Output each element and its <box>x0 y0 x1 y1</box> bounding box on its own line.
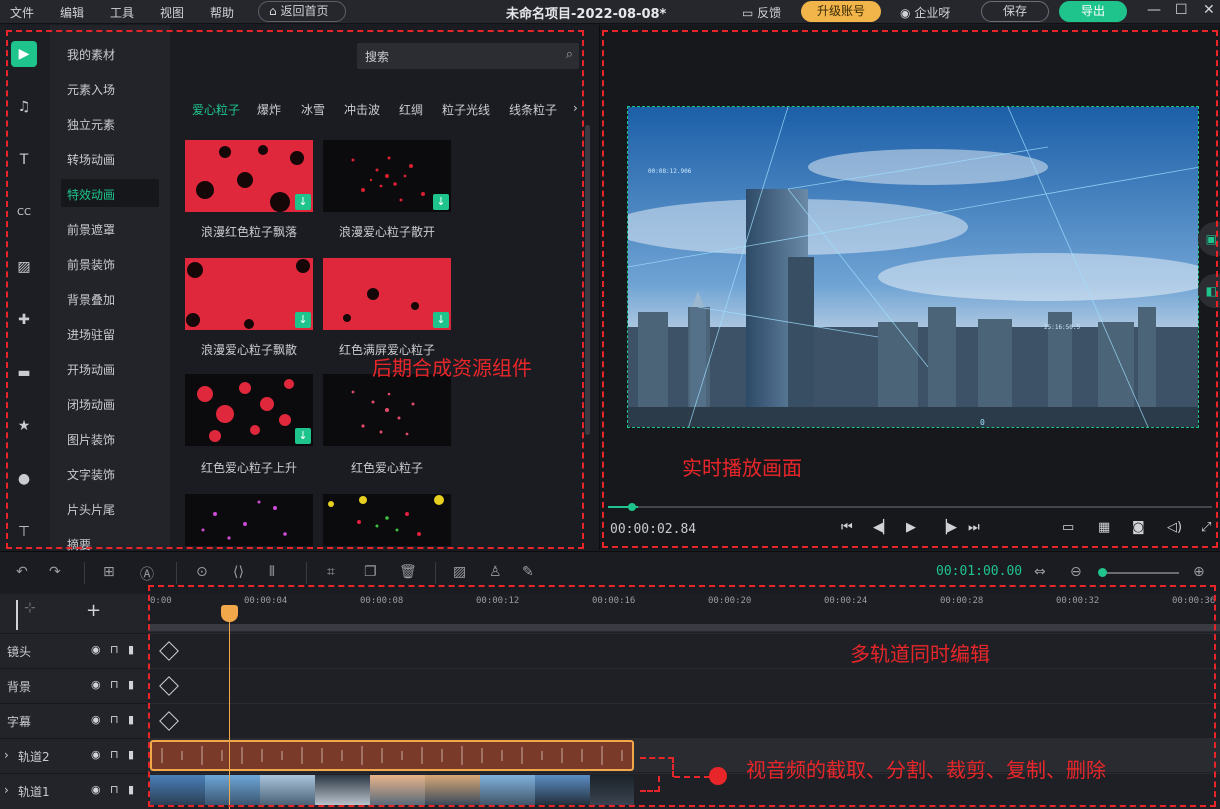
eye-icon[interactable]: ◉ <box>91 643 101 656</box>
crop-icon[interactable]: ⌗ <box>327 564 335 580</box>
track-header: › 轨道1 ◉ ⊓ ▮ <box>0 773 148 807</box>
menu-edit[interactable]: 编辑 <box>60 4 84 21</box>
menu-view[interactable]: 视图 <box>160 4 184 21</box>
eye-icon[interactable]: ◉ <box>91 713 101 726</box>
zoom-duration: 00:01:00.00 <box>936 564 1023 579</box>
resource-scrollbar[interactable] <box>585 125 590 435</box>
trim-icon[interactable]: ⟨⟩ <box>233 564 244 580</box>
track-header: 字幕 ◉ ⊓ ▮ <box>0 703 148 737</box>
save-button[interactable]: 保存 <box>981 1 1049 22</box>
track-header: 镜头 ◉ ⊓ ▮ <box>0 633 148 667</box>
account-name: 企业呀 <box>914 6 951 20</box>
zoom-slider[interactable] <box>1103 572 1179 574</box>
fit-icon[interactable]: ⇔ <box>1034 564 1046 580</box>
project-title: 未命名项目-2022-08-08* <box>506 7 667 22</box>
lock-icon[interactable]: ⊓ <box>110 748 119 761</box>
expand-icon[interactable]: › <box>4 783 9 797</box>
user-icon: ◉ <box>900 6 911 20</box>
lock-icon[interactable]: ⊓ <box>110 783 119 796</box>
track-name: 字幕 <box>7 715 32 729</box>
eye-icon[interactable]: ◉ <box>91 678 101 691</box>
eye-icon[interactable]: ◉ <box>91 748 101 761</box>
annotation-box-resources <box>6 30 584 549</box>
zoom-slider-knob[interactable] <box>1098 568 1107 577</box>
add-clip-icon[interactable]: ⊞ <box>103 564 115 580</box>
delete-icon[interactable]: 🗑 <box>399 564 417 580</box>
back-home-label: 返回首页 <box>280 4 329 18</box>
track-name: 背景 <box>7 680 32 694</box>
back-home-button[interactable]: ⌂ 返回首页 <box>258 1 346 22</box>
split-clip-icon[interactable]: ⫴ <box>269 564 275 580</box>
menu-help[interactable]: 帮助 <box>210 4 234 21</box>
trash-icon[interactable]: ▮ <box>128 678 134 691</box>
track-headers: ⊹ + 镜头 ◉ ⊓ ▮ 背景 ◉ ⊓ ▮ 字幕 ◉ ⊓ ▮ › 轨道2 ◉ ⊓… <box>0 594 148 809</box>
upgrade-account-button[interactable]: 升级账号 <box>801 1 881 22</box>
copy-icon[interactable]: ❐ <box>364 564 377 580</box>
menu-bar: 文件 编辑 工具 视图 帮助 ⌂ 返回首页 未命名项目-2022-08-08* … <box>0 0 1220 24</box>
trash-icon[interactable]: ▮ <box>128 748 134 761</box>
locate-icon[interactable]: ⊙ <box>196 564 208 580</box>
toolbar-divider <box>176 562 177 584</box>
voice-icon[interactable]: Ⓐ <box>140 564 154 584</box>
minimize-icon[interactable]: — <box>1147 2 1161 18</box>
redo-icon[interactable]: ↷ <box>49 564 61 580</box>
annotation-connector <box>674 776 710 778</box>
menu-tools[interactable]: 工具 <box>110 4 134 21</box>
home-icon: ⌂ <box>269 4 277 18</box>
export-button[interactable]: 导出 <box>1059 1 1127 22</box>
menu-file[interactable]: 文件 <box>10 4 34 21</box>
annotation-resources: 后期合成资源组件 <box>372 356 532 380</box>
annotation-connector <box>640 757 674 777</box>
brush-icon[interactable]: ♙ <box>489 564 502 580</box>
annotation-multitrack: 多轨道同时编辑 <box>850 642 990 666</box>
account-menu[interactable]: ◉ 企业呀 <box>900 4 950 21</box>
annotation-preview: 实时播放画面 <box>682 456 802 480</box>
feedback-button[interactable]: ▭ 反馈 <box>742 4 781 21</box>
annotation-dot <box>709 767 727 785</box>
track-header: 背景 ◉ ⊓ ▮ <box>0 668 148 702</box>
lock-icon[interactable]: ⊓ <box>110 678 119 691</box>
zoom-in-icon[interactable]: ⊕ <box>1193 564 1205 580</box>
track-name: 轨道2 <box>18 750 50 764</box>
mosaic-icon[interactable]: ▨ <box>453 564 466 580</box>
close-icon[interactable]: ✕ <box>1203 2 1215 18</box>
annotation-connector <box>640 776 660 792</box>
expand-icon[interactable]: › <box>4 748 9 762</box>
lock-icon[interactable]: ⊓ <box>110 643 119 656</box>
trash-icon[interactable]: ▮ <box>128 643 134 656</box>
chat-icon: ▭ <box>742 6 754 20</box>
undo-icon[interactable]: ↶ <box>16 564 28 580</box>
track-name: 轨道1 <box>18 785 50 799</box>
trash-icon[interactable]: ▮ <box>128 713 134 726</box>
feedback-label: 反馈 <box>757 6 782 20</box>
magnet-icon[interactable]: ⊹ <box>24 600 36 616</box>
toolbar-divider <box>435 562 436 584</box>
edit-icon[interactable]: ✎ <box>522 564 534 580</box>
track-header: › 轨道2 ◉ ⊓ ▮ <box>0 738 148 772</box>
track-name: 镜头 <box>7 645 32 659</box>
zoom-out-icon[interactable]: ⊖ <box>1070 564 1082 580</box>
toolbar-divider <box>84 562 85 584</box>
eye-icon[interactable]: ◉ <box>91 783 101 796</box>
snap-indicator <box>16 600 18 630</box>
lock-icon[interactable]: ⊓ <box>110 713 119 726</box>
annotation-editing: 视音频的截取、分割、裁剪、复制、删除 <box>746 758 1106 782</box>
maximize-icon[interactable]: ☐ <box>1175 2 1188 18</box>
trash-icon[interactable]: ▮ <box>128 783 134 796</box>
add-track-icon[interactable]: + <box>86 600 101 621</box>
toolbar-divider <box>306 562 307 584</box>
